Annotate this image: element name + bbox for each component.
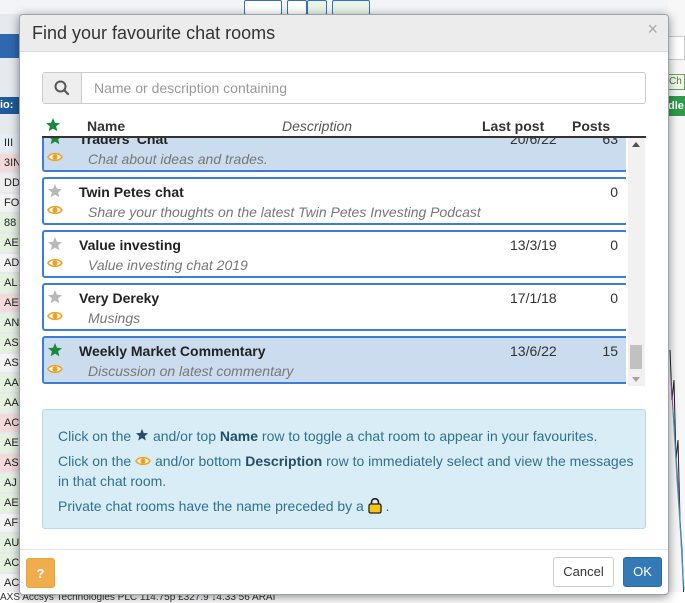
scroll-thumb[interactable]	[630, 345, 642, 369]
toolbar-menu-button[interactable]	[244, 0, 282, 15]
eye-icon[interactable]	[47, 203, 63, 217]
chat-room-row[interactable]: Twin Petes chat Share your thoughts on t…	[42, 177, 626, 225]
right-input[interactable]	[668, 36, 685, 60]
room-name[interactable]: Weekly Market Commentary	[79, 343, 265, 359]
toolbar-list-button[interactable]	[287, 0, 307, 15]
info-line-view-cont: in that chat room.	[58, 473, 166, 489]
lock-icon	[368, 497, 382, 514]
search-icon	[43, 73, 82, 103]
background-chart	[669, 349, 685, 603]
eye-icon[interactable]	[47, 150, 63, 164]
dialog-title: Find your favourite chat rooms	[32, 23, 276, 43]
star-icon[interactable]	[47, 138, 63, 146]
chat-room-list: Traders' Chat Chat about ideas and trade…	[42, 138, 626, 386]
room-name[interactable]: Twin Petes chat	[79, 184, 184, 200]
toolbar-chart-button[interactable]	[307, 0, 327, 15]
eye-icon[interactable]	[47, 362, 63, 376]
help-info-box: Click on the and/or top Name row to togg…	[42, 409, 646, 529]
room-description[interactable]: Discussion on latest commentary	[88, 363, 293, 379]
chat-rooms-dialog: Find your favourite chat rooms × Name De…	[19, 14, 669, 595]
star-icon[interactable]	[47, 342, 63, 358]
info-text: Private chat rooms have the name precede…	[58, 498, 364, 514]
eye-icon[interactable]	[47, 256, 63, 270]
close-icon[interactable]: ×	[647, 19, 658, 40]
dialog-header: Find your favourite chat rooms ×	[20, 15, 668, 52]
ok-button[interactable]: OK	[623, 557, 662, 587]
chat-room-row[interactable]: Weekly Market Commentary Discussion on l…	[42, 336, 626, 384]
search-input[interactable]	[82, 73, 654, 103]
info-text: in that chat room.	[58, 473, 167, 489]
info-text: Click on the	[58, 428, 132, 444]
star-icon[interactable]	[47, 236, 63, 252]
scroll-up-arrow-icon[interactable]	[632, 142, 640, 147]
cancel-button[interactable]: Cancel	[553, 557, 614, 587]
star-icon[interactable]	[47, 183, 63, 199]
room-name[interactable]: Traders' Chat	[79, 138, 168, 147]
room-posts: 0	[610, 290, 618, 306]
right-green-tab[interactable]: dle	[668, 96, 685, 116]
scroll-down-arrow-icon[interactable]	[632, 377, 640, 382]
chat-room-row[interactable]: Very Dereky Musings 17/1/18 0	[42, 283, 626, 331]
dialog-footer: ? Cancel OK	[20, 549, 668, 594]
eye-icon[interactable]	[47, 309, 63, 323]
search-group	[42, 72, 654, 104]
info-line-view: Click on the and/or bottom Description r…	[58, 453, 633, 469]
chat-room-row[interactable]: Traders' Chat Chat about ideas and trade…	[42, 138, 626, 172]
info-line-favourites: Click on the and/or top Name row to togg…	[58, 428, 597, 444]
room-name[interactable]: Value investing	[79, 237, 181, 253]
info-text: and/or bottom	[154, 453, 242, 469]
column-header-row: Name Description Last post Posts	[42, 116, 646, 138]
info-text: .	[385, 498, 390, 514]
column-last-post: Last post	[482, 118, 545, 134]
star-icon	[135, 428, 149, 441]
info-text: and/or top	[152, 428, 216, 444]
room-last-post: 17/1/18	[510, 290, 557, 306]
room-name[interactable]: Very Dereky	[79, 290, 159, 306]
column-description[interactable]: Description	[282, 118, 352, 134]
room-description[interactable]: Share your thoughts on the latest Twin P…	[88, 204, 481, 220]
info-bold-description: Description	[245, 453, 323, 469]
chat-room-row[interactable]: Value investing Value investing chat 201…	[42, 230, 626, 278]
toolbar-trend-button[interactable]	[332, 0, 370, 15]
room-posts: 15	[602, 343, 618, 359]
help-button[interactable]: ?	[26, 558, 55, 588]
info-text: Click on the	[58, 453, 132, 469]
background-toolbar	[0, 0, 685, 15]
eye-icon	[135, 456, 151, 466]
star-icon[interactable]	[47, 289, 63, 305]
list-scrollbar[interactable]	[628, 138, 645, 386]
room-description[interactable]: Value investing chat 2019	[88, 257, 248, 273]
column-posts: Posts	[572, 118, 611, 134]
info-text: row to toggle a chat room to appear in y…	[261, 428, 598, 444]
info-bold-name: Name	[219, 428, 259, 444]
star-icon[interactable]	[45, 117, 61, 133]
right-tab[interactable]: Ch	[668, 74, 685, 90]
room-posts: 63	[602, 138, 618, 147]
background-right-column: Ch dle	[668, 0, 685, 603]
info-line-private: Private chat rooms have the name precede…	[58, 497, 390, 514]
room-description[interactable]: Musings	[88, 310, 140, 326]
info-text: row to immediately select and view the m…	[326, 453, 634, 469]
room-posts: 0	[610, 184, 618, 200]
column-name[interactable]: Name	[87, 118, 125, 134]
room-posts: 0	[610, 237, 618, 253]
room-description[interactable]: Chat about ideas and trades.	[88, 151, 268, 167]
room-last-post: 20/6/22	[510, 138, 557, 147]
room-last-post: 13/6/22	[510, 343, 557, 359]
room-last-post: 13/3/19	[510, 237, 557, 253]
